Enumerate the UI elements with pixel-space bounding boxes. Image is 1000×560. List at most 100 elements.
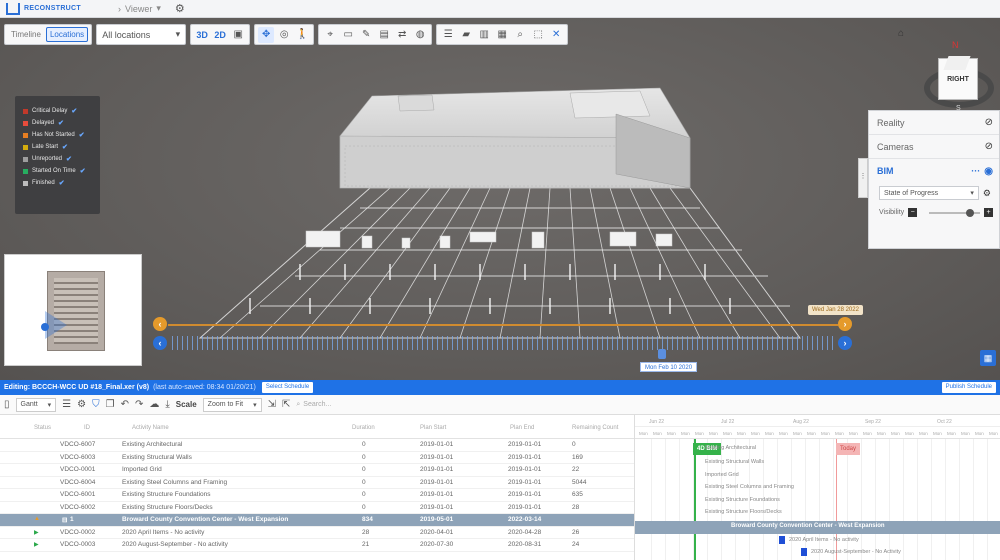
expand-icon[interactable]: ⇱ — [282, 399, 290, 410]
check-icon[interactable]: ✔ — [62, 143, 68, 151]
walk-icon[interactable]: 🚶 — [294, 27, 310, 43]
column-header-start[interactable]: Plan Start — [420, 425, 446, 431]
column-header-name[interactable]: Activity Name — [132, 425, 169, 431]
bim-mode-select[interactable]: State of Progress ▾ — [879, 186, 979, 200]
undo-icon[interactable]: ↶ — [121, 399, 129, 410]
check-icon[interactable]: ✔ — [58, 119, 64, 127]
timeline-prev-button[interactable]: ‹ — [153, 317, 167, 331]
collapse-group-icon[interactable]: ⊟ — [62, 516, 67, 524]
table-row[interactable]: ▶ VDCO-0002 2020 April Items - No activity… — [0, 527, 634, 539]
capture-next-button[interactable]: › — [838, 336, 852, 350]
pin-icon[interactable]: ⌖ — [322, 27, 338, 43]
close-icon[interactable]: ✕ — [548, 27, 564, 43]
legend-item[interactable]: Delayed ✔ — [23, 117, 92, 129]
table-row[interactable]: VDCO-0001 Imported Grid 0 2019-01-01 2019-01… — [0, 464, 634, 477]
column-header-id[interactable]: ID — [84, 425, 90, 431]
tab-timeline[interactable]: Timeline — [8, 28, 44, 41]
redo-icon[interactable]: ↷ — [135, 399, 143, 410]
tab-locations[interactable]: Locations — [45, 27, 89, 42]
eye-off-icon[interactable]: ⊘ — [985, 117, 993, 128]
breadcrumb[interactable]: › Viewer ▾ — [118, 3, 161, 14]
navigation-cube[interactable]: RIGHT N S — [918, 40, 998, 116]
layer-cameras[interactable]: Cameras ⊘ — [869, 135, 999, 159]
minus-icon[interactable]: − — [908, 208, 918, 217]
layer-reality[interactable]: Reality ⊘ — [869, 111, 999, 135]
orbit-icon[interactable]: ✥ — [258, 26, 275, 43]
table-row[interactable]: VDCO-6004 Existing Steel Columns and Fram… — [0, 477, 634, 489]
check-icon[interactable]: ✔ — [80, 167, 86, 175]
gantt-chart[interactable]: Jun 22 Jul 22 Aug 22 Sep 22 Oct 22 Mon Mo… — [634, 415, 1000, 560]
list-icon[interactable]: ☰ — [62, 399, 71, 410]
search-icon[interactable]: ⌕ — [512, 27, 528, 43]
search-input[interactable]: ⌕ Search... — [296, 398, 356, 412]
select-schedule-button[interactable]: Select Schedule — [261, 382, 314, 393]
building-icon[interactable]: ▥ — [476, 27, 492, 43]
legend-item[interactable]: Started On Time ✔ — [23, 165, 92, 177]
capture-scrubber-thumb[interactable] — [658, 349, 666, 359]
column-header-count[interactable]: Remaining Count — [572, 425, 618, 431]
gallery-icon[interactable]: ▤ — [376, 27, 392, 43]
legend-item[interactable]: Critical Delay ✔ — [23, 105, 92, 117]
eye-icon[interactable]: ◉ — [984, 166, 993, 177]
legend-item[interactable]: Unreported ✔ — [23, 153, 92, 165]
mode-2d-button[interactable]: 2D — [212, 27, 228, 43]
capture-ticks[interactable] — [172, 336, 834, 350]
collapse-icon[interactable]: ⇲ — [268, 399, 276, 410]
gantt-task-bar[interactable] — [779, 536, 785, 544]
plus-icon[interactable]: + — [984, 208, 993, 217]
check-icon[interactable]: ✔ — [79, 131, 85, 139]
column-header-finish[interactable]: Plan End — [510, 425, 534, 431]
publish-schedule-button[interactable]: Publish Schedule — [941, 382, 996, 393]
column-header-status[interactable]: Status — [34, 425, 51, 431]
table-row[interactable]: VDCO-6001 Existing Structure Foundations 0… — [0, 489, 634, 502]
copy-icon[interactable]: ❐ — [106, 399, 115, 410]
timeline-track[interactable] — [168, 324, 838, 326]
legend-item[interactable]: Has Not Started ✔ — [23, 129, 92, 141]
photo-icon[interactable]: ▦ — [494, 27, 510, 43]
look-around-icon[interactable]: ◎ — [276, 27, 292, 43]
ruler-icon[interactable]: ▭ — [340, 27, 356, 43]
compare-icon[interactable]: ⇄ — [394, 27, 410, 43]
capture-prev-button[interactable]: ‹ — [153, 336, 167, 350]
view-select[interactable]: Gantt ▾ — [15, 397, 57, 412]
select-box-icon[interactable]: ⬚ — [530, 27, 546, 43]
gantt-task-bar[interactable] — [801, 548, 807, 556]
gear-icon[interactable]: ⚙ — [983, 188, 991, 199]
timeline-next-button[interactable]: › — [838, 317, 852, 331]
legend-item[interactable]: Finished ✔ — [23, 177, 92, 189]
table-row[interactable]: ▶ VDCO-0003 2020 August-September - No act… — [0, 539, 634, 552]
table-row[interactable]: VDCO-6007 Existing Architectural 0 2019-01-… — [0, 439, 634, 452]
gear-icon[interactable]: ⚙ — [77, 399, 86, 410]
legend-item[interactable]: Late Start ✔ — [23, 141, 92, 153]
globe-icon[interactable]: ◍ — [412, 27, 428, 43]
camera-position-icon[interactable] — [41, 323, 49, 331]
table-row[interactable]: ▲ 1 Broward County Convention Center - Wes… — [0, 514, 634, 527]
mode-3d-button[interactable]: 3D — [194, 27, 210, 43]
check-icon[interactable]: ✔ — [71, 107, 77, 115]
minimap[interactable] — [4, 254, 142, 366]
location-select[interactable]: All locations ▾ — [96, 24, 187, 45]
list-icon[interactable]: ☰ — [440, 27, 456, 43]
image-icon[interactable]: ▣ — [230, 27, 246, 43]
home-icon[interactable]: ⌂ — [898, 28, 904, 39]
briefcase-icon[interactable]: ▰ — [458, 27, 474, 43]
layer-bim[interactable]: BIM ··· ◉ — [869, 159, 999, 183]
table-row[interactable]: VDCO-6002 Existing Structure Floors/Decks… — [0, 502, 634, 514]
zoom-select[interactable]: Zoom to Fit ▾ — [202, 397, 262, 412]
more-icon[interactable]: ··· — [971, 166, 980, 176]
panel-drag-handle[interactable]: ⋮ — [858, 158, 868, 198]
visibility-slider[interactable] — [929, 208, 980, 217]
check-icon[interactable]: ✔ — [59, 179, 65, 187]
upload-icon[interactable]: ☁ — [149, 399, 159, 410]
download-icon[interactable]: ⤓ — [165, 399, 169, 410]
table-row[interactable]: VDCO-6003 Existing Structural Walls 0 2019-… — [0, 452, 634, 464]
check-icon[interactable]: ✔ — [66, 155, 72, 163]
eye-off-icon[interactable]: ⊘ — [985, 141, 993, 152]
calendar-icon[interactable]: ▦ — [980, 350, 996, 366]
3d-viewer[interactable]: Timeline Locations All locations ▾ 3D 2D… — [0, 18, 1000, 380]
logo[interactable]: RECONSTRUCT — [0, 2, 96, 15]
sidebar-toggle-icon[interactable]: ▯ — [4, 399, 10, 410]
column-header-duration[interactable]: Duration — [352, 425, 375, 431]
pencil-icon[interactable]: ✎ — [358, 27, 374, 43]
filter-icon[interactable]: ⛉ — [92, 399, 100, 410]
